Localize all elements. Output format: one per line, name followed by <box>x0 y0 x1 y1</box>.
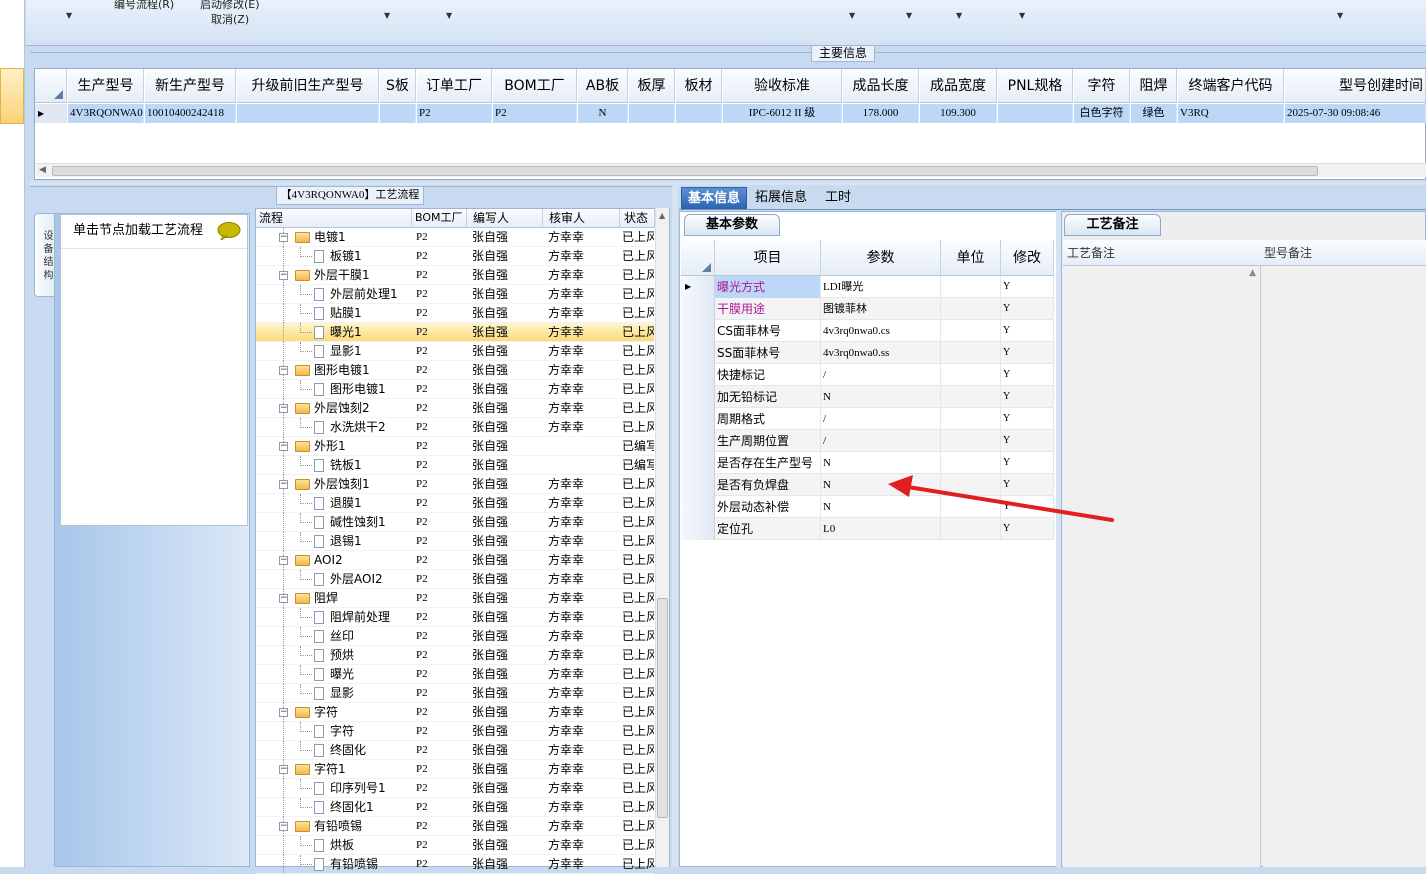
annotation-arrow <box>888 475 1114 522</box>
